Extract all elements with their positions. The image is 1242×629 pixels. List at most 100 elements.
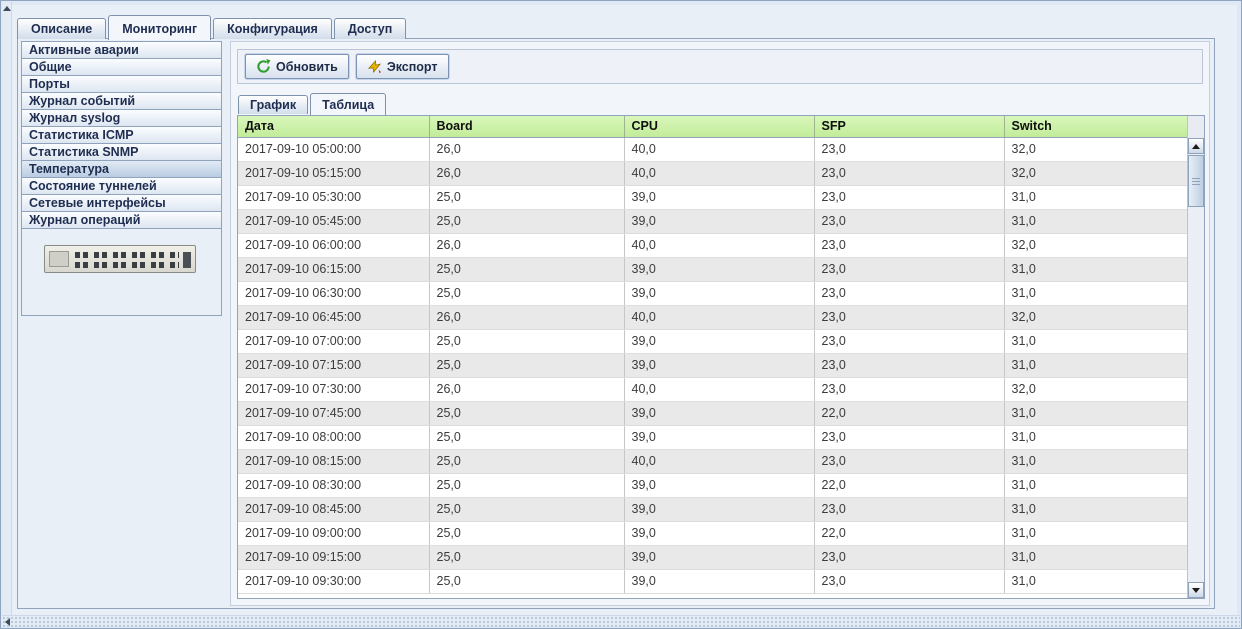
export-button[interactable]: Экспорт — [356, 54, 449, 79]
table-row[interactable]: 2017-09-10 06:00:0026,040,023,032,0 — [238, 233, 1187, 257]
scroll-left-icon[interactable] — [5, 618, 10, 626]
table-cell: 23,0 — [814, 209, 1004, 233]
table-cell: 31,0 — [1004, 329, 1187, 353]
table-cell: 31,0 — [1004, 545, 1187, 569]
table-cell: 31,0 — [1004, 401, 1187, 425]
table-cell: 2017-09-10 06:15:00 — [238, 257, 429, 281]
table-cell: 2017-09-10 07:45:00 — [238, 401, 429, 425]
table-cell: 23,0 — [814, 305, 1004, 329]
sidebar-item[interactable]: Статистика ICMP — [21, 126, 222, 144]
column-header[interactable]: CPU — [624, 116, 814, 137]
sidebar-item[interactable]: Активные аварии — [21, 41, 222, 59]
sidebar-item[interactable]: Состояние туннелей — [21, 177, 222, 195]
table-scrollbar[interactable] — [1187, 138, 1204, 598]
scrollbar-thumb[interactable] — [1188, 155, 1204, 207]
table-cell: 25,0 — [429, 569, 624, 593]
workspace: Активные аварииОбщиеПортыЖурнал событийЖ… — [17, 38, 1215, 609]
device-ports-row — [75, 252, 179, 258]
refresh-button[interactable]: Обновить — [245, 54, 349, 79]
table-cell: 2017-09-10 07:30:00 — [238, 377, 429, 401]
table-cell: 2017-09-10 07:00:00 — [238, 329, 429, 353]
table-row[interactable]: 2017-09-10 08:30:0025,039,022,031,0 — [238, 473, 1187, 497]
tab[interactable]: Конфигурация — [213, 18, 332, 39]
sidebar-item[interactable]: Общие — [21, 58, 222, 76]
table-row[interactable]: 2017-09-10 08:45:0025,039,023,031,0 — [238, 497, 1187, 521]
table-row[interactable]: 2017-09-10 09:00:0025,039,022,031,0 — [238, 521, 1187, 545]
table-cell: 39,0 — [624, 545, 814, 569]
table-row[interactable]: 2017-09-10 08:00:0025,039,023,031,0 — [238, 425, 1187, 449]
table-row[interactable]: 2017-09-10 09:15:0025,039,023,031,0 — [238, 545, 1187, 569]
table-cell: 31,0 — [1004, 521, 1187, 545]
table-cell: 25,0 — [429, 185, 624, 209]
table-cell: 22,0 — [814, 521, 1004, 545]
scrollbar-corner — [1187, 116, 1204, 138]
table-row[interactable]: 2017-09-10 07:30:0026,040,023,032,0 — [238, 377, 1187, 401]
table-cell: 40,0 — [624, 137, 814, 161]
table-cell: 39,0 — [624, 401, 814, 425]
sidebar-item[interactable]: Журнал операций — [21, 211, 222, 229]
scrollbar-down-button[interactable] — [1188, 582, 1204, 598]
table-cell: 32,0 — [1004, 305, 1187, 329]
table-cell: 40,0 — [624, 377, 814, 401]
outer-vertical-scrollbar[interactable] — [2, 2, 12, 615]
table-cell: 22,0 — [814, 473, 1004, 497]
tab[interactable]: Таблица — [310, 93, 386, 115]
chevron-up-icon — [1192, 144, 1200, 149]
table-cell: 40,0 — [624, 161, 814, 185]
tab[interactable]: График — [238, 95, 308, 114]
sidebar-item[interactable]: Журнал событий — [21, 92, 222, 110]
device-sfp-block — [183, 252, 191, 268]
table-cell: 31,0 — [1004, 449, 1187, 473]
table-cell: 23,0 — [814, 353, 1004, 377]
table-row[interactable]: 2017-09-10 07:15:0025,039,023,031,0 — [238, 353, 1187, 377]
table-cell: 32,0 — [1004, 137, 1187, 161]
table-cell: 31,0 — [1004, 473, 1187, 497]
table-cell: 2017-09-10 06:45:00 — [238, 305, 429, 329]
table-cell: 31,0 — [1004, 209, 1187, 233]
table-row[interactable]: 2017-09-10 08:15:0025,040,023,031,0 — [238, 449, 1187, 473]
sidebar-item[interactable]: Сетевые интерфейсы — [21, 194, 222, 212]
table-row[interactable]: 2017-09-10 09:30:0025,039,023,031,0 — [238, 569, 1187, 593]
table-cell: 40,0 — [624, 233, 814, 257]
table-cell: 31,0 — [1004, 257, 1187, 281]
sidebar-item[interactable]: Температура — [21, 160, 222, 178]
table-row[interactable]: 2017-09-10 07:00:0025,039,023,031,0 — [238, 329, 1187, 353]
outer-horizontal-scrollbar[interactable] — [2, 615, 1240, 627]
table-cell: 2017-09-10 09:00:00 — [238, 521, 429, 545]
tab[interactable]: Мониторинг — [108, 15, 211, 40]
table-body: 2017-09-10 05:00:0026,040,023,032,02017-… — [238, 137, 1187, 593]
table-row[interactable]: 2017-09-10 06:15:0025,039,023,031,0 — [238, 257, 1187, 281]
table-cell: 23,0 — [814, 137, 1004, 161]
sidebar-item[interactable]: Порты — [21, 75, 222, 93]
column-header[interactable]: Switch — [1004, 116, 1187, 137]
scrollbar-up-button[interactable] — [1188, 138, 1204, 154]
sidebar-item[interactable]: Журнал syslog — [21, 109, 222, 127]
table-cell: 25,0 — [429, 449, 624, 473]
refresh-button-label: Обновить — [276, 60, 338, 74]
table-cell: 31,0 — [1004, 185, 1187, 209]
table-row[interactable]: 2017-09-10 07:45:0025,039,022,031,0 — [238, 401, 1187, 425]
table-row[interactable]: 2017-09-10 05:45:0025,039,023,031,0 — [238, 209, 1187, 233]
table-cell: 26,0 — [429, 233, 624, 257]
table-panel: ДатаBoardCPUSFPSwitch 2017-09-10 05:00:0… — [237, 115, 1205, 599]
table-row[interactable]: 2017-09-10 06:30:0025,039,023,031,0 — [238, 281, 1187, 305]
table-cell: 25,0 — [429, 257, 624, 281]
table-cell: 2017-09-10 05:30:00 — [238, 185, 429, 209]
scroll-up-icon[interactable] — [3, 6, 11, 11]
column-header[interactable]: Board — [429, 116, 624, 137]
table-row[interactable]: 2017-09-10 05:30:0025,039,023,031,0 — [238, 185, 1187, 209]
column-header[interactable]: Дата — [238, 116, 429, 137]
tab[interactable]: Доступ — [334, 18, 406, 39]
table-cell: 25,0 — [429, 545, 624, 569]
table-row[interactable]: 2017-09-10 05:15:0026,040,023,032,0 — [238, 161, 1187, 185]
table-cell: 31,0 — [1004, 281, 1187, 305]
sidebar-item[interactable]: Статистика SNMP — [21, 143, 222, 161]
table-row[interactable]: 2017-09-10 05:00:0026,040,023,032,0 — [238, 137, 1187, 161]
sidebar-items: Активные аварииОбщиеПортыЖурнал событийЖ… — [21, 41, 222, 229]
tab[interactable]: Описание — [17, 18, 106, 39]
table-cell: 25,0 — [429, 497, 624, 521]
table-row[interactable]: 2017-09-10 06:45:0026,040,023,032,0 — [238, 305, 1187, 329]
table-cell: 31,0 — [1004, 425, 1187, 449]
column-header[interactable]: SFP — [814, 116, 1004, 137]
table-cell: 39,0 — [624, 353, 814, 377]
